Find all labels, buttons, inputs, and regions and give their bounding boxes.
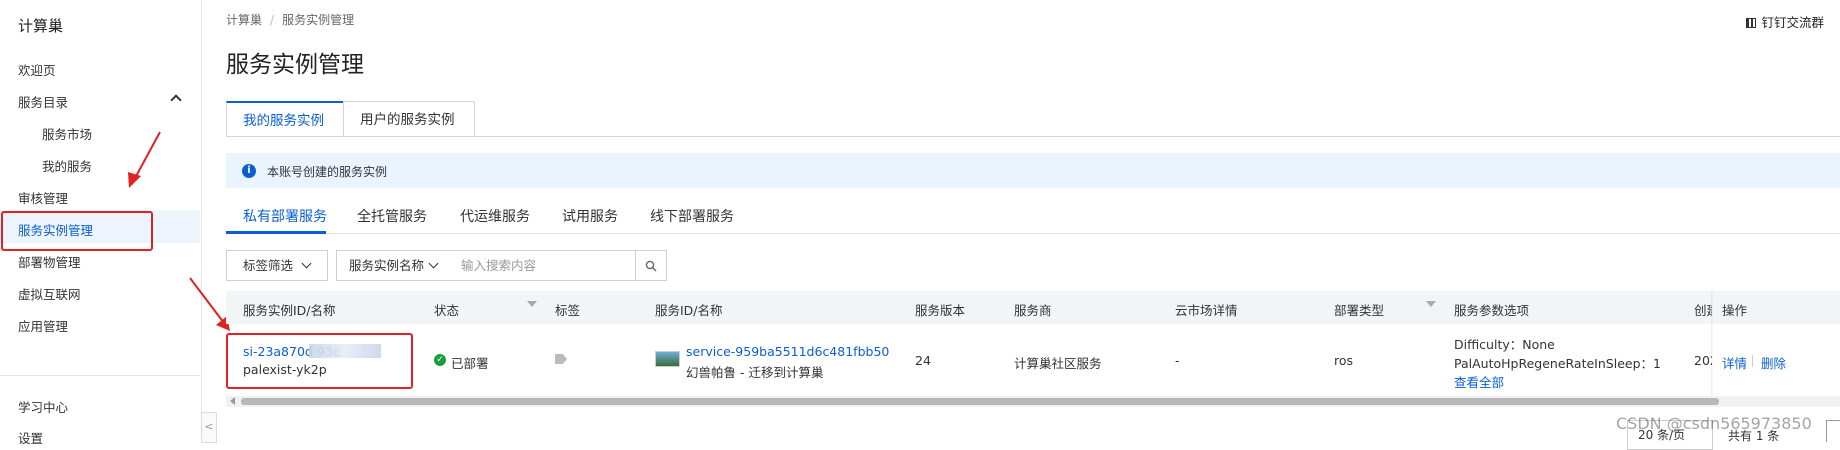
th-status: 状态 <box>434 303 460 318</box>
subtab-divider <box>226 233 1840 234</box>
subtab-active-indicator <box>226 231 326 234</box>
breadcrumb-current: 服务实例管理 <box>282 13 355 27</box>
tag-filter-dropdown[interactable]: 标签筛选 <box>226 250 328 281</box>
instance-name: palexist-yk2p <box>243 362 327 377</box>
service-thumbnail <box>655 351 680 367</box>
subtab-managed-ops[interactable]: 代运维服务 <box>460 206 530 226</box>
tab-divider <box>226 136 1840 137</box>
chevron-down-icon <box>301 258 312 269</box>
th-params: 服务参数选项 <box>1454 303 1530 318</box>
dingtalk-label: 钉钉交流群 <box>1761 15 1824 30</box>
search-input[interactable]: 输入搜索内容 <box>447 250 636 281</box>
th-instance-id: 服务实例ID/名称 <box>243 303 336 318</box>
service-version: 24 <box>915 353 931 368</box>
horizontal-scrollbar-thumb[interactable] <box>241 398 1719 405</box>
page-title: 服务实例管理 <box>226 52 364 78</box>
search-icon <box>645 260 657 272</box>
watermark: CSDN @csdn565973850 <box>1616 414 1812 433</box>
breadcrumb-separator: / <box>270 13 275 27</box>
action-divider <box>1752 355 1753 367</box>
param-hp-regen: PalAutoHpRegeneRateInSleep：1 <box>1454 356 1661 371</box>
detail-link[interactable]: 详情 <box>1722 353 1747 372</box>
th-provider: 服务商 <box>1014 303 1052 318</box>
subtab-private-deploy[interactable]: 私有部署服务 <box>243 206 327 226</box>
info-banner: i 本账号创建的服务实例 <box>226 153 1840 188</box>
tab-user-instances[interactable]: 用户的服务实例 <box>343 101 475 137</box>
subtab-trial[interactable]: 试用服务 <box>562 206 618 226</box>
info-icon: i <box>242 164 256 178</box>
tag-filter-label: 标签筛选 <box>243 258 294 273</box>
search-field-select[interactable]: 服务实例名称 <box>336 250 448 281</box>
delete-link[interactable]: 删除 <box>1761 353 1786 372</box>
view-all-params-link[interactable]: 查看全部 <box>1454 372 1504 391</box>
th-deploy-type: 部署类型 <box>1334 303 1385 318</box>
dingtalk-group-link[interactable]: 钉钉交流群 <box>1746 12 1824 31</box>
market-detail: - <box>1175 353 1180 368</box>
th-actions-fixed: 操作 <box>1722 303 1748 318</box>
scroll-left-icon[interactable] <box>230 397 235 405</box>
subtab-fully-managed[interactable]: 全托管服务 <box>357 206 427 226</box>
breadcrumb: 计算巢 / 服务实例管理 <box>226 11 354 28</box>
th-market: 云市场详情 <box>1175 303 1238 318</box>
service-id-link[interactable]: service-959ba5511d6c481fbb50 <box>686 344 889 359</box>
redacted-mask <box>309 344 381 358</box>
qrcode-icon <box>1746 18 1757 28</box>
filter-icon[interactable] <box>1426 301 1436 307</box>
filter-icon[interactable] <box>527 301 537 307</box>
th-version: 服务版本 <box>915 303 966 318</box>
tag-icon[interactable] <box>555 354 567 364</box>
param-difficulty: Difficulty：None <box>1454 337 1555 352</box>
pagination-next-button[interactable] <box>1826 420 1840 442</box>
fixed-column-shadow <box>1711 291 1714 396</box>
chevron-down-icon <box>428 258 439 269</box>
th-tags: 标签 <box>555 303 581 318</box>
th-service-id: 服务ID/名称 <box>655 303 723 318</box>
search-field-label: 服务实例名称 <box>349 258 425 273</box>
created-time: 202 <box>1694 353 1712 368</box>
banner-text: 本账号创建的服务实例 <box>267 165 388 179</box>
deploy-type: ros <box>1334 353 1354 368</box>
subtab-offline-deploy[interactable]: 线下部署服务 <box>650 206 734 226</box>
check-circle-icon: ✓ <box>434 354 446 366</box>
status-text: 已部署 <box>451 356 489 371</box>
service-name: 幻兽帕鲁 - 迁移到计算巢 <box>686 365 824 380</box>
breadcrumb-root[interactable]: 计算巢 <box>226 13 262 27</box>
tab-my-instances[interactable]: 我的服务实例 <box>226 101 344 137</box>
search-button[interactable] <box>635 250 667 281</box>
service-provider: 计算巢社区服务 <box>1014 356 1102 371</box>
